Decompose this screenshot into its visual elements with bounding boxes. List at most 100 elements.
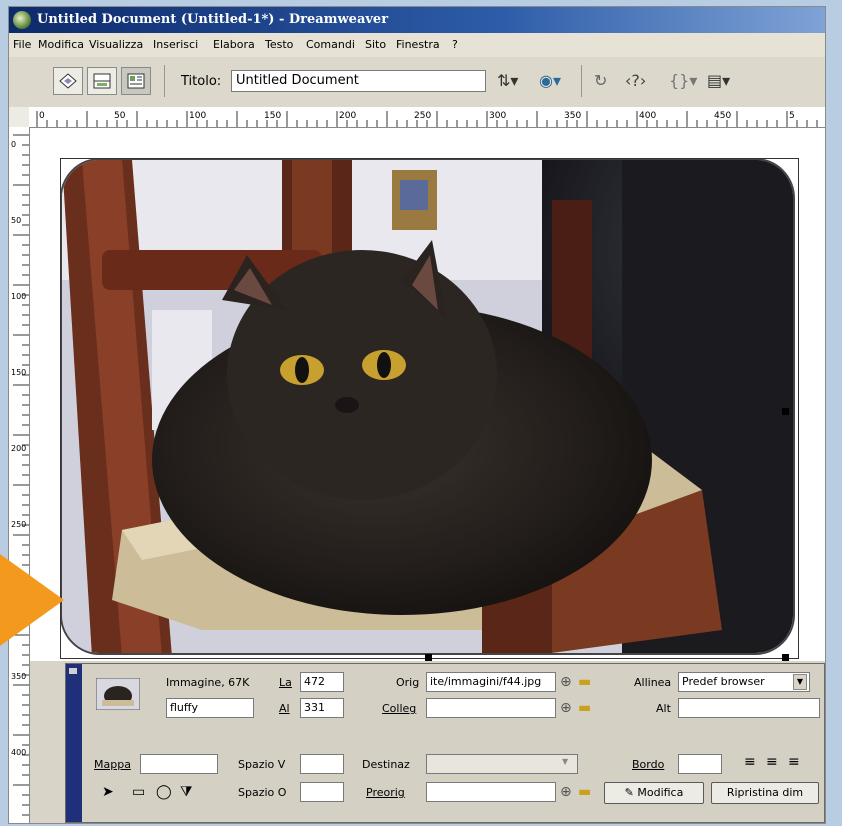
target-label: Destinaz [362,758,410,771]
folder-icon[interactable]: ▬ [578,674,591,690]
width-field[interactable]: 472 [300,672,344,692]
edit-icon: ✎ [624,786,638,799]
height-field[interactable]: 331 [300,698,344,718]
vspace-label: Spazio V [238,758,286,771]
view-options-icon[interactable]: ▤▾ [707,71,730,90]
vertical-ruler: 0 50 100 150 200 250 300 350 400 [9,127,30,823]
ruler-label: 5 [789,111,795,121]
toolbar-separator [164,65,165,97]
vertical-ruler-ticks: 050100150200250300350400 [11,134,29,816]
ruler-label: 400 [639,111,656,121]
edit-button-label: Modifica [637,786,684,799]
ruler-label: 50 [114,111,126,121]
align-left-icon[interactable]: ≡ [744,754,756,770]
ruler-label: 300 [489,111,506,121]
code-view-icon [59,73,77,89]
property-inspector: Immagine, 67K fluffy La 472 Al 331 Orig … [65,663,825,823]
ruler-label: 50 [11,216,21,225]
document-canvas[interactable] [30,128,825,661]
preview-browser-icon[interactable]: ◉▾ [539,71,561,90]
refresh-icon[interactable]: ↻ [594,71,607,90]
collapse-icon [69,668,77,674]
folder-icon[interactable]: ▬ [578,784,591,800]
width-label: La [279,676,292,689]
align-label: Allinea [634,676,672,689]
menu-inserisci[interactable]: Inserisci [153,33,198,57]
file-management-icon[interactable]: ⇅▾ [497,71,518,90]
menu-visualizza[interactable]: Visualizza [89,33,143,57]
ruler-label: 250 [414,111,431,121]
edit-button[interactable]: ✎ Modifica [604,782,704,804]
rect-hotspot-icon[interactable]: ▭ [132,784,145,800]
horizontal-ruler-ticks: 0 50 100 150 200 250 300 350 400 450 5 [36,111,818,127]
code-navigation-icon[interactable]: {}▾ [669,71,697,90]
chevron-down-icon[interactable]: ▼ [793,674,807,690]
lowsrc-label: Preorig [366,786,405,799]
menu-bar: File Modifica Visualizza Inserisci Elabo… [9,33,825,58]
align-select[interactable]: Predef browser ▼ [678,672,810,692]
align-select-value: Predef browser [682,675,765,688]
align-right-icon[interactable]: ≡ [788,754,800,770]
app-icon [13,11,31,29]
chevron-down-icon: ▼ [562,757,569,766]
ruler-label: 450 [714,111,731,121]
ruler-label: 350 [11,672,26,681]
reset-size-button[interactable]: Ripristina dim [711,782,819,804]
image-thumbnail [96,678,140,710]
ruler-label: 150 [264,111,281,121]
target-select[interactable] [426,754,578,774]
ruler-label: 200 [11,444,26,453]
menu-finestra[interactable]: Finestra [396,33,440,57]
ruler-label: 250 [11,520,26,529]
design-view-button[interactable] [121,67,151,95]
design-view-icon [127,73,145,89]
folder-icon[interactable]: ▬ [578,700,591,716]
menu-elabora[interactable]: Elabora [213,33,255,57]
title-label: Titolo: [181,74,222,89]
ruler-label: 400 [11,748,26,757]
resize-handle-bottom[interactable] [425,654,432,661]
menu-modifica[interactable]: Modifica [38,33,84,57]
ruler-label: 100 [189,111,206,121]
resize-handle-right[interactable] [782,408,789,415]
menu-comandi[interactable]: Comandi [306,33,355,57]
menu-help[interactable]: ? [452,33,458,57]
lowsrc-field[interactable] [426,782,556,802]
polygon-hotspot-icon[interactable]: ⧩ [180,784,193,800]
point-to-file-icon[interactable]: ⊕ [560,784,572,800]
title-input[interactable]: Untitled Document [231,70,486,92]
height-label: Al [279,702,290,715]
oval-hotspot-icon[interactable]: ◯ [156,784,172,800]
split-view-button[interactable] [87,67,117,95]
cat-image[interactable] [60,158,795,655]
alt-field[interactable] [678,698,820,718]
align-center-icon[interactable]: ≡ [766,754,778,770]
map-field[interactable] [140,754,218,774]
menu-sito[interactable]: Sito [365,33,386,57]
src-field[interactable]: ite/immagini/f44.jpg [426,672,556,692]
image-name-field[interactable]: fluffy [166,698,254,718]
link-field[interactable] [426,698,556,718]
window-title: Untitled Document (Untitled-1*) - Dreamw… [37,12,389,27]
border-field[interactable] [678,754,722,774]
menu-testo[interactable]: Testo [265,33,293,57]
hspace-field[interactable] [300,782,344,802]
code-view-button[interactable] [53,67,83,95]
cat-photo [62,160,793,653]
dreamweaver-window: Untitled Document (Untitled-1*) - Dreamw… [8,6,826,824]
point-to-file-icon[interactable]: ⊕ [560,674,572,690]
reference-icon[interactable]: ‹?› [625,71,646,90]
src-label: Orig [396,676,420,689]
ruler-label: 200 [339,111,356,121]
title-bar[interactable]: Untitled Document (Untitled-1*) - Dreamw… [9,7,825,33]
vspace-field[interactable] [300,754,344,774]
menu-file[interactable]: File [13,33,31,57]
border-label: Bordo [632,758,665,771]
ruler-label: 0 [39,111,45,121]
split-view-icon [93,73,111,89]
hspace-label: Spazio O [238,786,287,799]
inspector-grip[interactable] [66,664,82,822]
pointer-hotspot-icon[interactable]: ➤ [102,784,114,800]
point-to-file-icon[interactable]: ⊕ [560,700,572,716]
resize-handle-corner[interactable] [782,654,789,661]
